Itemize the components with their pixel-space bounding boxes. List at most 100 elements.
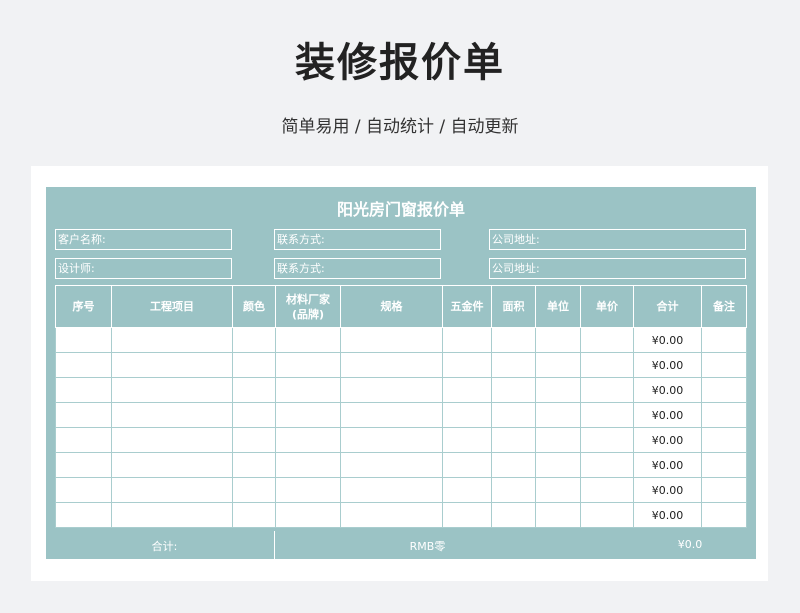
table-cell[interactable] <box>701 402 747 428</box>
table-cell[interactable] <box>111 377 233 403</box>
table-cell[interactable] <box>55 427 112 453</box>
table-cell[interactable] <box>55 377 112 403</box>
table-cell[interactable] <box>701 502 747 528</box>
table-cell[interactable] <box>701 452 747 478</box>
table-cell[interactable] <box>442 502 492 528</box>
table-cell[interactable] <box>232 377 276 403</box>
table-cell[interactable] <box>55 502 112 528</box>
table-cell[interactable] <box>442 327 492 353</box>
table-cell[interactable] <box>232 327 276 353</box>
table-cell[interactable] <box>442 352 492 378</box>
customer-name-field[interactable]: 客户名称: <box>55 229 232 250</box>
table-cell[interactable] <box>580 427 634 453</box>
table-cell[interactable] <box>111 352 233 378</box>
table-cell[interactable] <box>491 502 536 528</box>
table-cell[interactable] <box>111 327 233 353</box>
table-cell[interactable] <box>491 452 536 478</box>
total-cell[interactable]: ¥0.00 <box>633 352 702 378</box>
table-cell[interactable] <box>580 477 634 503</box>
total-cell[interactable]: ¥0.00 <box>633 477 702 503</box>
table-cell[interactable] <box>275 452 341 478</box>
table-cell[interactable] <box>535 402 581 428</box>
table-cell[interactable] <box>535 352 581 378</box>
table-cell[interactable] <box>275 427 341 453</box>
table-cell[interactable] <box>701 477 747 503</box>
table-cell[interactable] <box>580 402 634 428</box>
table-cell[interactable] <box>232 502 276 528</box>
contact-field-2[interactable]: 联系方式: <box>274 258 441 279</box>
table-cell[interactable] <box>111 452 233 478</box>
table-cell[interactable] <box>340 427 443 453</box>
table-cell[interactable] <box>701 377 747 403</box>
table-cell[interactable] <box>580 352 634 378</box>
table-cell[interactable] <box>535 477 581 503</box>
table-cell[interactable] <box>442 477 492 503</box>
company-address-field-2[interactable]: 公司地址: <box>489 258 746 279</box>
table-cell[interactable] <box>442 377 492 403</box>
total-cell[interactable]: ¥0.00 <box>633 402 702 428</box>
table-cell[interactable] <box>442 452 492 478</box>
table-cell[interactable] <box>55 452 112 478</box>
total-cell[interactable]: ¥0.00 <box>633 452 702 478</box>
table-cell[interactable] <box>111 427 233 453</box>
table-cell[interactable] <box>232 352 276 378</box>
page-subtitle: 简单易用 / 自动统计 / 自动更新 <box>281 117 519 137</box>
footer-total-value: ¥0.0 <box>677 538 703 551</box>
table-cell[interactable] <box>55 352 112 378</box>
footer-row: 合计: RMB零 ¥0.0 <box>46 531 756 559</box>
table-cell[interactable] <box>232 477 276 503</box>
table-cell[interactable] <box>580 502 634 528</box>
total-cell[interactable]: ¥0.00 <box>633 427 702 453</box>
table-cell[interactable] <box>55 477 112 503</box>
table-cell[interactable] <box>491 402 536 428</box>
table-cell[interactable] <box>491 377 536 403</box>
table-cell[interactable] <box>580 377 634 403</box>
table-cell[interactable] <box>535 452 581 478</box>
table-cell[interactable] <box>491 327 536 353</box>
table-cell[interactable] <box>701 352 747 378</box>
table-cell[interactable] <box>580 452 634 478</box>
table-cell[interactable] <box>232 452 276 478</box>
table-cell[interactable] <box>340 452 443 478</box>
col-header-hardware: 五金件 <box>442 285 492 328</box>
table-cell[interactable] <box>340 327 443 353</box>
table-cell[interactable] <box>340 352 443 378</box>
table-cell[interactable] <box>491 477 536 503</box>
table-cell[interactable] <box>275 377 341 403</box>
table-cell[interactable] <box>442 427 492 453</box>
company-address-field-1[interactable]: 公司地址: <box>489 229 746 250</box>
table-cell[interactable] <box>275 327 341 353</box>
table-cell[interactable] <box>275 477 341 503</box>
col-header-total: 合计 <box>633 285 702 328</box>
table-cell[interactable] <box>340 477 443 503</box>
table-cell[interactable] <box>535 377 581 403</box>
table-cell[interactable] <box>111 502 233 528</box>
table-cell[interactable] <box>491 352 536 378</box>
table-cell[interactable] <box>55 327 112 353</box>
table-cell[interactable] <box>55 402 112 428</box>
table-cell[interactable] <box>340 502 443 528</box>
table-cell[interactable] <box>535 502 581 528</box>
table-cell[interactable] <box>701 327 747 353</box>
quote-form: 阳光房门窗报价单 客户名称: 联系方式: 公司地址: 设计师: 联系方式: 公司… <box>46 187 756 559</box>
table-cell[interactable] <box>275 402 341 428</box>
table-cell[interactable] <box>232 427 276 453</box>
table-cell[interactable] <box>442 402 492 428</box>
table-cell[interactable] <box>340 402 443 428</box>
total-cell[interactable]: ¥0.00 <box>633 327 702 353</box>
table-cell[interactable] <box>491 427 536 453</box>
table-cell[interactable] <box>580 327 634 353</box>
table-cell[interactable] <box>275 352 341 378</box>
table-cell[interactable] <box>275 502 341 528</box>
table-cell[interactable] <box>232 402 276 428</box>
total-cell[interactable]: ¥0.00 <box>633 377 702 403</box>
table-cell[interactable] <box>111 402 233 428</box>
table-cell[interactable] <box>701 427 747 453</box>
designer-field[interactable]: 设计师: <box>55 258 232 279</box>
table-cell[interactable] <box>111 477 233 503</box>
table-cell[interactable] <box>535 327 581 353</box>
table-cell[interactable] <box>535 427 581 453</box>
contact-field-1[interactable]: 联系方式: <box>274 229 441 250</box>
total-cell[interactable]: ¥0.00 <box>633 502 702 528</box>
table-cell[interactable] <box>340 377 443 403</box>
